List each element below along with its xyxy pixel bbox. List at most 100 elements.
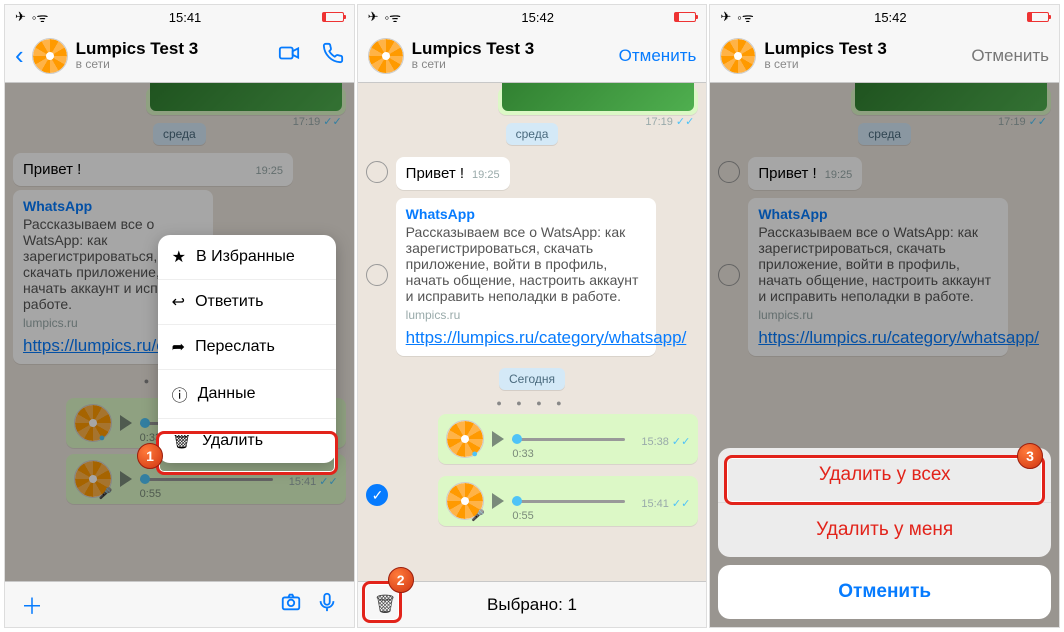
msg-time: 15:41✓✓: [641, 497, 690, 510]
step-badge-1: 1: [137, 443, 163, 469]
date-chip: среда: [506, 123, 559, 145]
text-message[interactable]: Привет ! 19:25: [13, 153, 293, 186]
image-message[interactable]: 17:19✓✓: [498, 87, 698, 115]
selection-count: Выбрано: 1: [487, 595, 577, 615]
chat-title: Lumpics Test 3: [76, 40, 270, 59]
msg-time: 15:38✓✓: [641, 435, 690, 448]
menu-info[interactable]: ⓘДанные: [158, 370, 336, 419]
link-domain: lumpics.ru: [406, 308, 646, 322]
voice-track[interactable]: [512, 438, 625, 441]
attach-button[interactable]: ＋: [21, 589, 43, 621]
status-time: 15:41: [169, 10, 202, 25]
link-domain: lumpics.ru: [758, 308, 998, 322]
status-bar: ✈︎◦ᯤ 15:42: [358, 5, 707, 29]
chat-title-block: Lumpics Test 3 в сети: [764, 40, 963, 72]
select-radio: [718, 264, 740, 286]
delete-for-me-button[interactable]: Удалить у меня: [718, 503, 1051, 557]
select-radio[interactable]: [366, 161, 388, 183]
presence: в сети: [412, 58, 611, 71]
voice-record-button[interactable]: [316, 591, 338, 619]
highlight-ring: [156, 431, 338, 475]
link-url: https://lumpics.ru/category/whatsapp/: [758, 328, 998, 348]
presence: в сети: [764, 58, 963, 71]
cancel-button: Отменить: [971, 46, 1049, 66]
chat-title-block: Lumpics Test 3 в сети: [412, 40, 611, 72]
play-icon[interactable]: [492, 493, 504, 509]
reply-icon: ↩: [172, 292, 185, 312]
mic-icon: 🎤: [99, 487, 113, 500]
avatar[interactable]: [32, 38, 68, 74]
mic-icon: 🎤: [471, 509, 485, 522]
voice-track[interactable]: [140, 478, 273, 481]
voice-message-2[interactable]: 🎤 0:55 15:41✓✓: [438, 476, 698, 526]
cancel-button[interactable]: Отменить: [619, 46, 697, 66]
msg-sender: WhatsApp: [406, 206, 646, 222]
image-message[interactable]: 17:19✓✓: [146, 87, 346, 115]
screen-3: ✈︎ ◦ᯤ 15:42 Lumpics Test 3 в сети Отменит…: [709, 4, 1060, 628]
battery-icon: [322, 12, 344, 22]
chat-header: ‹ Lumpics Test 3 в сети: [5, 29, 354, 83]
select-radio[interactable]: [366, 264, 388, 286]
play-icon[interactable]: [492, 431, 504, 447]
voice-call-icon[interactable]: [322, 42, 344, 69]
chat-header: Lumpics Test 3 в сети Отменить: [710, 29, 1059, 83]
link-preview: Рассказываем все о WatsApp: как зарегист…: [406, 224, 646, 304]
image-message: 17:19✓✓: [851, 87, 1051, 115]
avatar[interactable]: [368, 38, 404, 74]
camera-button[interactable]: [280, 591, 302, 619]
voice-track[interactable]: [512, 500, 625, 503]
avatar: [720, 38, 756, 74]
sheet-cancel-button[interactable]: Отменить: [718, 565, 1051, 619]
voice-duration: 0:55: [512, 510, 533, 522]
mic-icon: ●: [471, 448, 478, 460]
wifi-icon: ◦ᯤ: [737, 8, 753, 26]
status-time: 15:42: [874, 10, 907, 25]
avatar: [74, 404, 112, 442]
menu-forward[interactable]: ➦Переслать: [158, 325, 336, 370]
screen-1: ✈︎ ◦ᯤ 15:41 ‹ Lumpics Test 3 в сети 17:19…: [4, 4, 355, 628]
highlight-ring: [724, 455, 1045, 505]
airplane-icon: ✈︎: [15, 9, 26, 25]
forward-icon: ➦: [172, 337, 185, 357]
link-url[interactable]: https://lumpics.ru/category/whatsapp/: [406, 328, 646, 348]
menu-star[interactable]: ★В Избранные: [158, 235, 336, 280]
chat-title-block[interactable]: Lumpics Test 3 в сети: [76, 40, 270, 72]
play-icon[interactable]: [120, 471, 132, 487]
battery-icon: [1027, 12, 1049, 22]
status-bar: ✈︎ ◦ᯤ 15:41: [5, 5, 354, 29]
msg-time: 19:25: [255, 165, 283, 177]
wifi-icon: ◦ᯤ: [385, 8, 401, 26]
msg-text: Привет !: [23, 161, 81, 178]
voice-duration: 0:55: [140, 488, 161, 500]
battery-icon: [674, 12, 696, 22]
chat-area: 17:19✓✓ среда Привет !19:25 WhatsApp Рас…: [358, 83, 707, 581]
play-icon[interactable]: [120, 415, 132, 431]
chat-title: Lumpics Test 3: [412, 40, 611, 59]
airplane-icon: ✈︎: [720, 9, 731, 25]
msg-time: 17:19✓✓: [998, 115, 1047, 128]
wifi-icon: ◦ᯤ: [32, 8, 48, 26]
back-button[interactable]: ‹: [15, 40, 24, 71]
status-bar: ✈︎ ◦ᯤ 15:42: [710, 5, 1059, 29]
status-time: 15:42: [521, 10, 554, 25]
avatar: [446, 420, 484, 458]
step-badge-3: 3: [1017, 443, 1043, 469]
mic-icon: ●: [99, 432, 106, 444]
menu-reply[interactable]: ↩Ответить: [158, 280, 336, 325]
chat-header: Lumpics Test 3 в сети Отменить: [358, 29, 707, 83]
star-icon: ★: [172, 247, 186, 267]
date-chip: Сегодня: [499, 368, 565, 390]
select-radio-checked[interactable]: [366, 484, 388, 506]
msg-time: 17:19✓✓: [293, 115, 342, 128]
text-message: Привет !19:25: [748, 157, 862, 190]
date-chip: среда: [858, 123, 911, 145]
video-call-icon[interactable]: [278, 42, 300, 69]
link-message[interactable]: WhatsApp Рассказываем все о WatsApp: как…: [396, 198, 656, 356]
select-radio: [718, 161, 740, 183]
screen-2: ✈︎◦ᯤ 15:42 Lumpics Test 3 в сети Отменит…: [357, 4, 708, 628]
text-message[interactable]: Привет !19:25: [396, 157, 510, 190]
chat-title: Lumpics Test 3: [764, 40, 963, 59]
voice-message-1[interactable]: ● 0:33 15:38✓✓: [438, 414, 698, 464]
msg-sender: WhatsApp: [758, 206, 998, 222]
pager-dots: ● ● ● ●: [366, 398, 699, 408]
